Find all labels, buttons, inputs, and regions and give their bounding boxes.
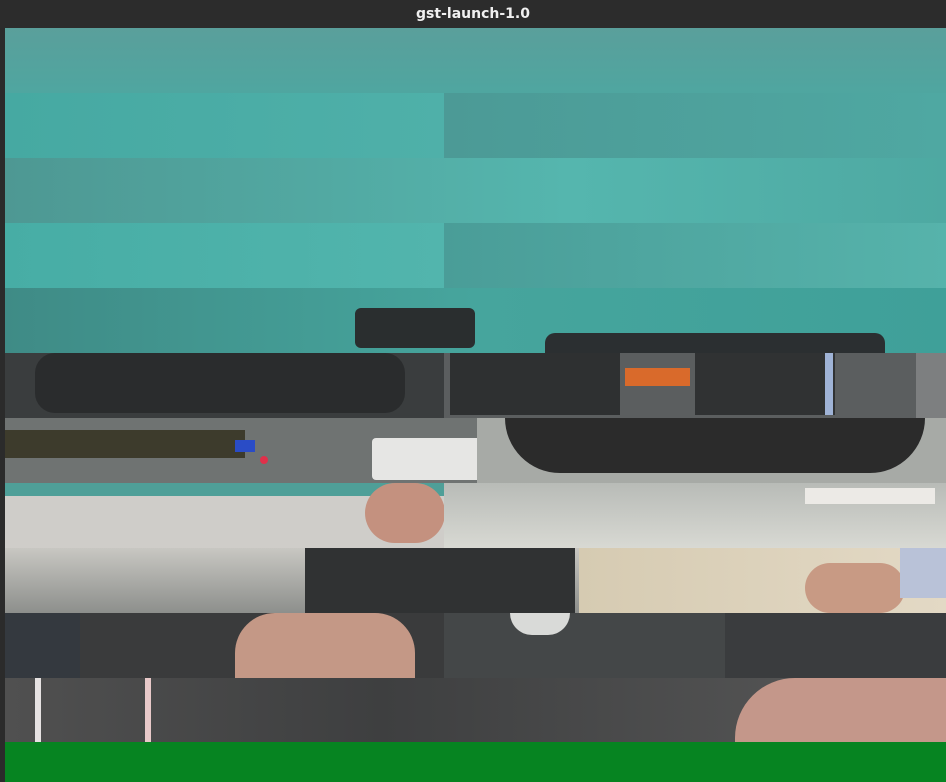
- video-band: [5, 678, 946, 742]
- video-output: [5, 28, 946, 782]
- video-band: [5, 613, 946, 678]
- video-band: [5, 418, 946, 483]
- video-band: [5, 548, 946, 613]
- video-band: [5, 223, 946, 288]
- video-band: [5, 93, 946, 158]
- green-strip: [5, 742, 946, 782]
- title-bar[interactable]: gst-launch-1.0: [0, 0, 946, 28]
- window-title: gst-launch-1.0: [416, 6, 530, 22]
- video-band: [5, 288, 946, 353]
- video-band: [5, 28, 946, 93]
- video-band: [5, 158, 946, 223]
- video-band: [5, 483, 946, 548]
- video-band: [5, 353, 946, 418]
